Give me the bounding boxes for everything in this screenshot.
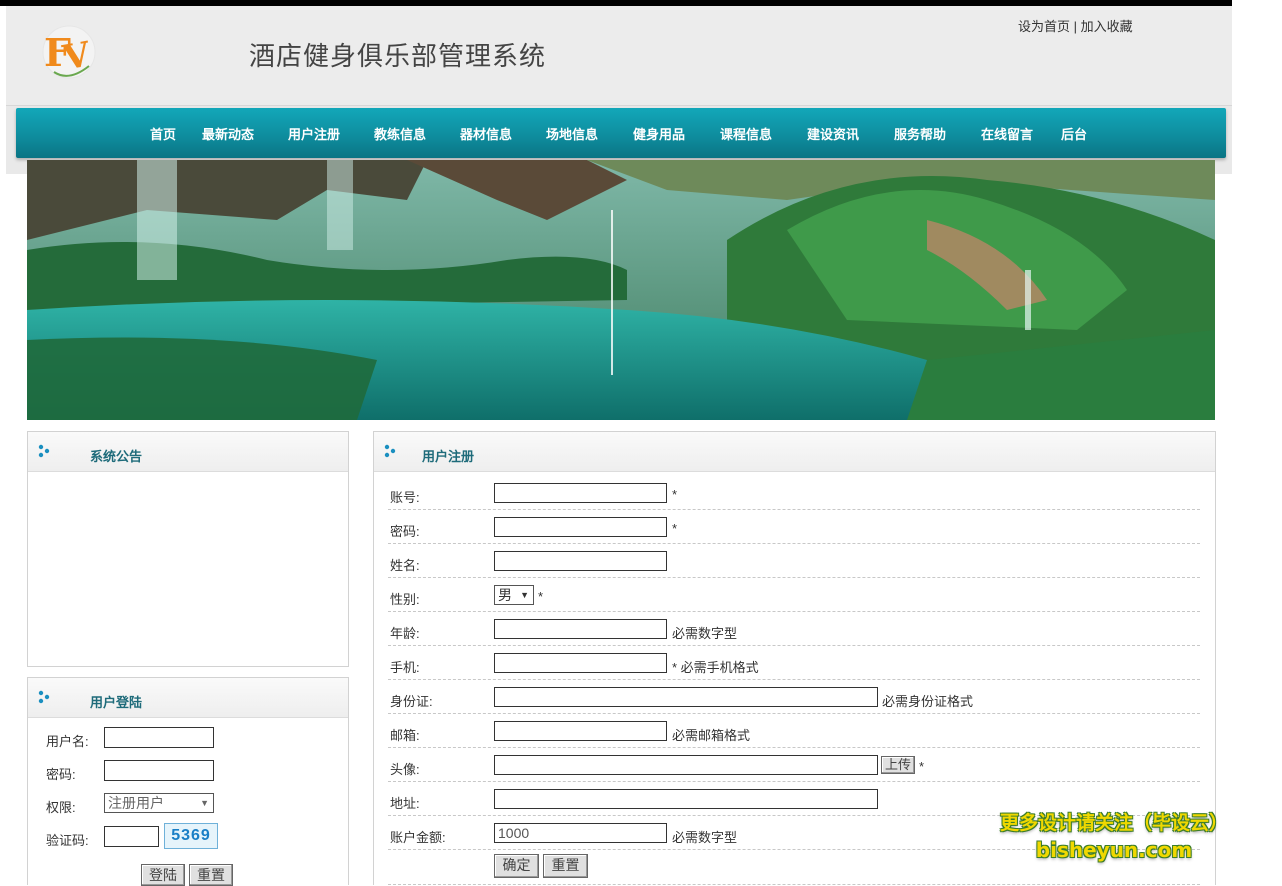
nav-item-construction-news[interactable]: 建设资讯	[807, 124, 859, 143]
register-reset-button[interactable]: 重置	[543, 854, 588, 878]
login-panel: 用户登陆 用户名: 密码: 权限: 注册用户 ▼ 验证码: 5369 登陆 重置	[27, 677, 349, 886]
nav-item-supplies[interactable]: 健身用品	[633, 124, 685, 143]
nav-item-help[interactable]: 服务帮助	[894, 124, 946, 143]
address-input[interactable]	[494, 789, 878, 809]
submit-button[interactable]: 确定	[494, 854, 539, 878]
email-hint: 必需邮箱格式	[672, 728, 751, 743]
login-button[interactable]: 登陆	[141, 864, 185, 886]
add-favorite-link[interactable]: 加入收藏	[1081, 19, 1133, 34]
register-password-input[interactable]	[494, 517, 667, 537]
captcha-image[interactable]: 5369	[164, 823, 218, 849]
notice-panel-header: 系统公告	[28, 432, 348, 472]
form-row-age: 年龄: 必需数字型	[388, 612, 1200, 646]
nav-item-equipment[interactable]: 器材信息	[460, 124, 512, 143]
id-card-label: 身份证:	[390, 694, 433, 709]
set-home-link[interactable]: 设为首页	[1018, 19, 1070, 34]
login-panel-header: 用户登陆	[28, 678, 348, 718]
phone-hint: * 必需手机格式	[672, 660, 759, 675]
avatar-label: 头像:	[390, 762, 420, 777]
dropdown-arrow-icon: ▼	[520, 590, 529, 600]
bullet-dots-icon	[384, 444, 396, 458]
form-row-account: 账号: *	[388, 476, 1200, 510]
nav-item-register[interactable]: 用户注册	[288, 124, 340, 143]
balance-input[interactable]	[494, 823, 667, 843]
captcha-input[interactable]	[104, 826, 159, 847]
top-links: 设为首页 | 加入收藏	[1018, 16, 1133, 35]
notice-title: 系统公告	[90, 449, 143, 464]
gender-select[interactable]: 男 ▼	[494, 585, 534, 605]
id-card-hint: 必需身份证格式	[882, 694, 974, 709]
account-input[interactable]	[494, 483, 667, 503]
nav-item-courses[interactable]: 课程信息	[720, 124, 772, 143]
form-row-phone: 手机: * 必需手机格式	[388, 646, 1200, 680]
nav-item-news[interactable]: 最新动态	[202, 124, 254, 143]
nav-item-home[interactable]: 首页	[150, 124, 176, 143]
login-title: 用户登陆	[90, 695, 143, 710]
role-label: 权限:	[46, 800, 76, 815]
bullet-dots-icon	[38, 690, 50, 704]
avatar-input[interactable]	[494, 755, 878, 775]
name-input[interactable]	[494, 551, 667, 571]
banner-image	[27, 160, 1215, 420]
username-label: 用户名:	[46, 734, 89, 749]
age-label: 年龄:	[390, 626, 420, 641]
dropdown-arrow-icon: ▼	[200, 798, 209, 808]
watermark-line1: 更多设计请关注（毕设云）	[1000, 812, 1229, 834]
username-input[interactable]	[104, 727, 214, 748]
role-select[interactable]: 注册用户 ▼	[104, 793, 214, 813]
role-select-value: 注册用户	[108, 795, 164, 811]
account-label: 账号:	[390, 490, 420, 505]
age-input[interactable]	[494, 619, 667, 639]
form-row-avatar: 头像: 上传 *	[388, 748, 1200, 782]
email-input[interactable]	[494, 721, 667, 741]
gender-label: 性别:	[390, 592, 420, 607]
nav-item-venues[interactable]: 场地信息	[546, 124, 598, 143]
site-logo[interactable]: F V	[34, 20, 104, 84]
login-reset-button[interactable]: 重置	[189, 864, 233, 886]
watermark-line2: bisheyun.com	[1035, 838, 1193, 862]
avatar-hint: *	[919, 759, 925, 774]
register-title: 用户注册	[422, 449, 475, 464]
gender-hint: *	[538, 589, 544, 604]
site-header: F V 酒店健身俱乐部管理系统 设为首页 | 加入收藏	[6, 6, 1232, 106]
captcha-label: 验证码:	[46, 833, 89, 848]
link-separator: |	[1073, 19, 1078, 34]
bullet-dots-icon	[38, 444, 50, 458]
age-hint: 必需数字型	[672, 626, 738, 641]
form-row-email: 邮箱: 必需邮箱格式	[388, 714, 1200, 748]
password-hint: *	[672, 521, 678, 536]
name-label: 姓名:	[390, 558, 420, 573]
password-input[interactable]	[104, 760, 214, 781]
nav-item-messages[interactable]: 在线留言	[981, 124, 1033, 143]
account-hint: *	[672, 487, 678, 502]
nav-item-coaches[interactable]: 教练信息	[374, 124, 426, 143]
phone-input[interactable]	[494, 653, 667, 673]
balance-label: 账户金额:	[390, 830, 446, 845]
main-nav: 首页 最新动态 用户注册 教练信息 器材信息 场地信息 健身用品 课程信息 建设…	[16, 108, 1226, 158]
notice-panel: 系统公告	[27, 431, 349, 667]
form-row-gender: 性别: 男 ▼ *	[388, 578, 1200, 612]
password-field-label: 密码:	[390, 524, 420, 539]
form-row-id-card: 身份证: 必需身份证格式	[388, 680, 1200, 714]
balance-hint: 必需数字型	[672, 830, 738, 845]
watermark: 更多设计请关注（毕设云） bisheyun.com	[1000, 808, 1228, 862]
address-label: 地址:	[390, 796, 420, 811]
email-label: 邮箱:	[390, 728, 420, 743]
nav-item-admin[interactable]: 后台	[1061, 124, 1087, 143]
form-row-name: 姓名:	[388, 544, 1200, 578]
id-card-input[interactable]	[494, 687, 878, 707]
password-label: 密码:	[46, 767, 76, 782]
site-title: 酒店健身俱乐部管理系统	[249, 42, 547, 72]
phone-label: 手机:	[390, 660, 420, 675]
gender-select-value: 男	[498, 587, 512, 603]
form-row-password: 密码: *	[388, 510, 1200, 544]
register-panel-header: 用户注册	[374, 432, 1215, 472]
upload-button[interactable]: 上传	[881, 756, 915, 774]
